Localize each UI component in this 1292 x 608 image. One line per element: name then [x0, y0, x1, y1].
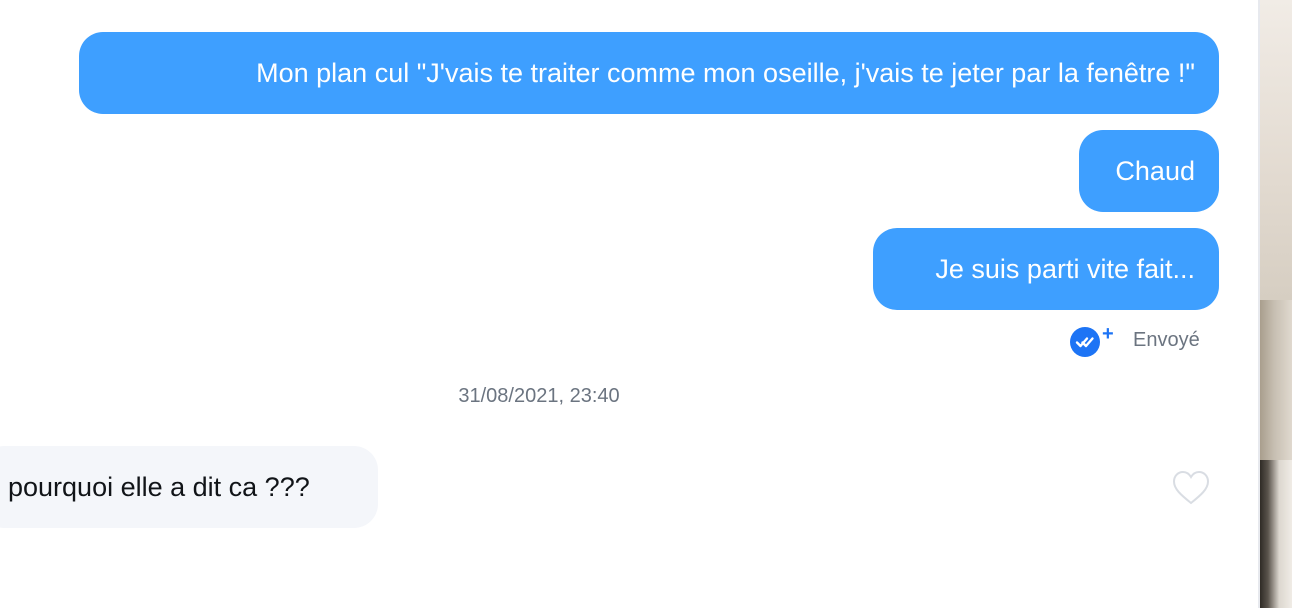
outgoing-message[interactable]: Je suis parti vite fait...	[873, 228, 1219, 310]
message-text: pourquoi elle a dit ca ???	[8, 472, 310, 502]
double-check-icon	[1070, 327, 1100, 357]
profile-photo-edge	[1260, 0, 1292, 608]
delivery-status: + Envoyé	[1068, 324, 1218, 360]
message-text: Mon plan cul "J'vais te traiter comme mo…	[256, 58, 1195, 88]
plus-badge: +	[1102, 323, 1114, 345]
conversation-thread: Mon plan cul "J'vais te traiter comme mo…	[0, 0, 1258, 608]
incoming-message[interactable]: pourquoi elle a dit ca ???	[0, 446, 378, 528]
status-label: Envoyé	[1133, 329, 1200, 351]
outgoing-message[interactable]: Mon plan cul "J'vais te traiter comme mo…	[79, 32, 1219, 114]
message-text: Chaud	[1115, 156, 1195, 186]
message-text: Je suis parti vite fait...	[935, 254, 1195, 284]
heart-outline-icon[interactable]	[1172, 470, 1210, 506]
message-timestamp: 31/08/2021, 23:40	[458, 385, 620, 407]
outgoing-message[interactable]: Chaud	[1079, 130, 1219, 212]
